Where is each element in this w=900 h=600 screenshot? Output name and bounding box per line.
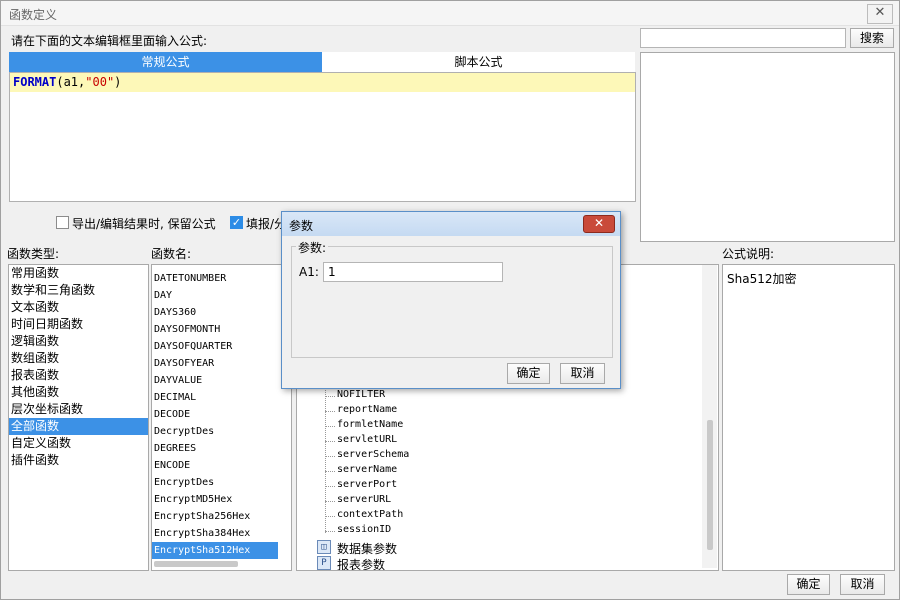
function-item[interactable]: DAYSOFQUARTER <box>152 338 291 355</box>
tree-param-item[interactable]: serverSchema <box>337 449 409 460</box>
tree-connector <box>325 501 335 502</box>
search-button[interactable]: 搜索 <box>850 28 894 48</box>
category-item[interactable]: 时间日期函数 <box>9 316 148 333</box>
tree-vscroll[interactable] <box>702 265 717 568</box>
tree-param-item[interactable]: contextPath <box>337 509 403 520</box>
search-input[interactable] <box>640 28 846 48</box>
tree-connector <box>325 456 335 457</box>
category-item[interactable]: 层次坐标函数 <box>9 401 148 418</box>
function-item[interactable]: DecryptDes <box>152 423 291 440</box>
category-item[interactable]: 文本函数 <box>9 299 148 316</box>
description-panel: Sha512加密 <box>722 264 895 571</box>
tree-param-item[interactable]: serverName <box>337 464 397 475</box>
function-item[interactable]: ENCODE <box>152 457 291 474</box>
category-item[interactable]: 全部函数 <box>9 418 148 435</box>
function-definition-window: 函数定义 ✕ 请在下面的文本编辑框里面输入公式: 常规公式 脚本公式 FORMA… <box>0 0 900 600</box>
tab-regular-formula[interactable]: 常规公式 <box>9 52 322 72</box>
tree-connector <box>325 441 335 442</box>
tree-connector <box>325 396 335 397</box>
tab-script-formula[interactable]: 脚本公式 <box>322 52 635 72</box>
function-item[interactable]: EncryptSha384Hex <box>152 525 291 542</box>
function-item[interactable]: DECODE <box>152 406 291 423</box>
formula-tabs: 常规公式 脚本公式 <box>9 52 635 72</box>
tree-connector <box>325 531 335 532</box>
category-item[interactable]: 常用函数 <box>9 265 148 282</box>
dialog-cancel-button[interactable]: 取消 <box>560 363 605 384</box>
function-item[interactable]: DECIMAL <box>152 389 291 406</box>
title-bar: 函数定义 ✕ <box>1 1 899 26</box>
category-item[interactable]: 逻辑函数 <box>9 333 148 350</box>
dialog-ok-button[interactable]: 确定 <box>507 363 550 384</box>
search-results-panel <box>640 52 895 242</box>
category-item[interactable]: 插件函数 <box>9 452 148 469</box>
tree-group-item[interactable]: 数据集参数 <box>337 540 397 557</box>
editor-prompt: 请在下面的文本编辑框里面输入公式: <box>11 34 208 48</box>
keep-formula-checkbox[interactable] <box>56 216 69 229</box>
keep-formula-label: 导出/编辑结果时, 保留公式 <box>72 217 216 231</box>
category-item[interactable]: 自定义函数 <box>9 435 148 452</box>
close-icon[interactable]: ✕ <box>867 4 893 24</box>
parameter-dialog: 参数 ✕ 参数: A1: 确定 取消 <box>281 211 621 389</box>
function-item[interactable]: DAYS360 <box>152 304 291 321</box>
tree-group-item[interactable]: 报表参数 <box>337 556 385 570</box>
description-header: 公式说明: <box>722 247 775 261</box>
parameter-dialog-titlebar: 参数 ✕ <box>282 212 620 236</box>
description-text: Sha512加密 <box>727 272 797 286</box>
report-param-icon: P <box>317 556 331 570</box>
ok-button[interactable]: 确定 <box>787 574 830 595</box>
function-list: DATETONUMBER DAY DAYS360 DAYSOFMONTH DAYSOFQ… <box>151 264 292 571</box>
cancel-button[interactable]: 取消 <box>840 574 885 595</box>
formula-text: FORMAT(a1,"00") <box>13 75 122 89</box>
tree-vscroll-thumb[interactable] <box>707 420 713 550</box>
category-header: 函数类型: <box>7 247 60 261</box>
function-item[interactable]: DATETONUMBER <box>152 270 291 287</box>
category-item[interactable]: 数学和三角函数 <box>9 282 148 299</box>
tree-param-item[interactable]: servletURL <box>337 434 397 445</box>
tree-param-item[interactable]: NOFILTER <box>337 389 385 400</box>
tree-param-item[interactable]: formletName <box>337 419 403 430</box>
parameter-dialog-title: 参数 <box>289 219 314 233</box>
formula-editor[interactable]: FORMAT(a1,"00") <box>9 72 636 202</box>
dataset-param-icon: ◫ <box>317 540 331 554</box>
parameter-group-label: 参数: <box>296 239 329 256</box>
tree-param-item[interactable]: serverPort <box>337 479 397 490</box>
function-item[interactable]: EncryptSha256Hex <box>152 508 291 525</box>
function-item[interactable]: DAYVALUE <box>152 372 291 389</box>
dialog-close-icon[interactable]: ✕ <box>583 215 615 233</box>
tree-connector <box>325 411 335 412</box>
function-item[interactable]: DAY <box>152 287 291 304</box>
function-item[interactable]: DEGREES <box>152 440 291 457</box>
category-item[interactable]: 其他函数 <box>9 384 148 401</box>
function-list-hscroll-thumb[interactable] <box>154 561 238 567</box>
function-item[interactable]: EncryptMD5Hex <box>152 491 291 508</box>
tree-connector <box>325 426 335 427</box>
function-item[interactable]: DAYSOFYEAR <box>152 355 291 372</box>
window-title: 函数定义 <box>9 8 58 22</box>
tree-connector <box>325 486 335 487</box>
category-item[interactable]: 报表函数 <box>9 367 148 384</box>
function-item[interactable]: EncryptSha512Hex <box>152 542 278 559</box>
function-item[interactable]: DAYSOFMONTH <box>152 321 291 338</box>
tree-connector <box>325 471 335 472</box>
fill-report-checkbox[interactable]: ✓ <box>230 216 243 229</box>
tree-connector <box>325 516 335 517</box>
tree-guide-line <box>325 383 326 533</box>
function-header: 函数名: <box>151 247 192 261</box>
category-list: 常用函数 数学和三角函数 文本函数 时间日期函数 逻辑函数 数组函数 报表函数 其他函数 层次坐… <box>8 264 149 571</box>
function-item[interactable]: EncryptDes <box>152 474 291 491</box>
tree-param-item[interactable]: reportName <box>337 404 397 415</box>
parameter-group: 参数: A1: <box>291 239 613 358</box>
category-item[interactable]: 数组函数 <box>9 350 148 367</box>
a1-label: A1: <box>299 265 319 279</box>
tree-param-item[interactable]: serverURL <box>337 494 391 505</box>
a1-input[interactable] <box>323 262 503 282</box>
tree-param-item[interactable]: sessionID <box>337 524 391 535</box>
